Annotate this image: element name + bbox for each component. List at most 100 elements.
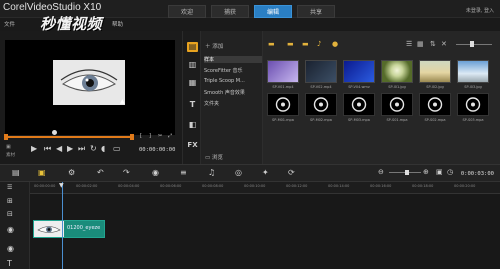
- record-capture-icon[interactable]: ◉: [152, 168, 159, 177]
- auto-music-icon[interactable]: ♫: [208, 168, 215, 177]
- browse-button[interactable]: ▭ 浏览: [205, 153, 223, 161]
- sound-mixer-icon[interactable]: ≡: [180, 168, 187, 177]
- ripple-edit-icon[interactable]: ⊟: [7, 210, 13, 218]
- clip-mode-label[interactable]: 素材: [6, 152, 15, 158]
- audio-filter-icon[interactable]: ♪: [317, 40, 321, 48]
- track-manager-icon[interactable]: ☰: [7, 184, 12, 191]
- mark-in-icon[interactable]: [: [140, 133, 142, 139]
- player-timecode[interactable]: 00:00:00:00: [139, 147, 175, 153]
- clock-icon: ◷: [447, 168, 454, 176]
- subtitle-editor-icon[interactable]: ✦: [262, 168, 269, 177]
- instant-project-icon[interactable]: ▥: [187, 60, 198, 70]
- folder-item[interactable]: 文件夹: [204, 100, 262, 107]
- mark-out-icon[interactable]: ]: [149, 133, 151, 139]
- audio-thumbnail[interactable]: [343, 93, 375, 116]
- media-caption: SP-I02.jpg: [426, 85, 444, 89]
- mouse-cursor-icon: ▲: [120, 98, 125, 105]
- ruler-tick-label: 00:00:06:00: [160, 184, 182, 188]
- sort-icon[interactable]: ⇅: [430, 40, 436, 48]
- scrubber-handle[interactable]: [52, 130, 57, 135]
- media-caption: SP-M02.mpa: [310, 118, 332, 122]
- ruler-tick-label: 00:00:08:00: [202, 184, 224, 188]
- media-thumbnail[interactable]: [457, 60, 489, 83]
- storyboard-view-icon[interactable]: ▤: [12, 168, 20, 177]
- media-thumbnail[interactable]: [381, 60, 413, 83]
- filter-fx-icon[interactable]: FX: [187, 140, 198, 150]
- multi-camera-icon[interactable]: ⟳: [288, 168, 295, 177]
- trim-end-handle[interactable]: [130, 134, 134, 140]
- media-caption: SP-I01.jpg: [388, 85, 406, 89]
- menu-file[interactable]: 文件: [4, 20, 15, 28]
- fit-project-icon[interactable]: ▣: [436, 168, 443, 176]
- tab-edit[interactable]: 编辑: [254, 5, 292, 18]
- hd-icon[interactable]: ▭: [113, 144, 121, 153]
- undo-icon[interactable]: ↶: [97, 168, 104, 177]
- ruler-tick-label: 00:00:10:00: [244, 184, 266, 188]
- title-track-icon[interactable]: T: [7, 259, 12, 268]
- audio-thumbnail[interactable]: [267, 93, 299, 116]
- zoom-out-icon[interactable]: ⊖: [378, 168, 384, 176]
- end-icon[interactable]: ⏭: [78, 144, 85, 154]
- audio-thumbnail[interactable]: [457, 93, 489, 116]
- transition-icon[interactable]: ▦: [187, 78, 198, 88]
- trim-start-handle[interactable]: [4, 134, 8, 140]
- project-mode-icon[interactable]: ▣: [6, 144, 11, 150]
- timeline-playhead[interactable]: [62, 182, 63, 269]
- ruler-tick-label: 00:00:16:00: [370, 184, 392, 188]
- thumbnail-size-slider[interactable]: [456, 44, 492, 45]
- media-caption: SP-S02.mpa: [424, 118, 446, 122]
- track-add-icon[interactable]: ⊞: [7, 197, 13, 205]
- ruler-tick-label: 00:00:02:00: [76, 184, 98, 188]
- folder-item[interactable]: Triple Scoop M...: [204, 78, 262, 84]
- trim-bar[interactable]: [5, 136, 134, 138]
- redo-icon[interactable]: ↷: [123, 168, 130, 177]
- motion-tracking-icon[interactable]: ◎: [235, 168, 242, 177]
- account-login[interactable]: 未登录, 登入: [466, 7, 494, 14]
- photo-filter-icon[interactable]: ▬: [302, 40, 309, 48]
- media-caption: SP-I03.jpg: [464, 85, 482, 89]
- thumbnail-view-icon[interactable]: ▦: [417, 40, 424, 48]
- media-library-icon[interactable]: ▤: [187, 42, 198, 52]
- title-icon[interactable]: T: [187, 100, 198, 110]
- audio-thumbnail[interactable]: [305, 93, 337, 116]
- add-folder-button[interactable]: ＋ 添加: [205, 42, 223, 50]
- playhead-marker-icon[interactable]: ▼: [59, 182, 66, 189]
- tab-welcome[interactable]: 欢迎: [168, 5, 206, 18]
- folder-item[interactable]: ScoreFitter 音乐: [204, 67, 262, 74]
- media-thumbnail[interactable]: [419, 60, 451, 83]
- audio-thumbnail[interactable]: [381, 93, 413, 116]
- import-media-icon[interactable]: ▬: [268, 40, 275, 48]
- list-view-icon[interactable]: ☰: [406, 40, 412, 48]
- video-filter-icon[interactable]: ▬: [287, 40, 294, 48]
- menu-help[interactable]: 帮助: [112, 20, 123, 28]
- tab-share[interactable]: 共享: [297, 5, 335, 18]
- enlarge-icon[interactable]: ⤢: [168, 133, 172, 139]
- split-icon[interactable]: ✂: [158, 133, 162, 139]
- timeline-view-icon[interactable]: ▣: [38, 168, 46, 177]
- home-icon[interactable]: ⏮: [44, 144, 51, 154]
- tab-capture[interactable]: 捕获: [211, 5, 249, 18]
- zoom-in-icon[interactable]: ⊕: [423, 168, 429, 176]
- repeat-icon[interactable]: ↻: [90, 144, 97, 153]
- online-icon[interactable]: ●: [332, 40, 338, 48]
- volume-icon[interactable]: ◖: [101, 144, 105, 153]
- audio-thumbnail[interactable]: [419, 93, 451, 116]
- media-caption: SP-M01.mpa: [272, 118, 294, 122]
- media-thumbnail[interactable]: [305, 60, 337, 83]
- close-library-icon[interactable]: ✕: [441, 40, 447, 48]
- overlay-track-icon[interactable]: ◉: [7, 244, 14, 253]
- video-track-icon[interactable]: ◉: [7, 225, 14, 234]
- edit-tools-icon[interactable]: ⚙: [68, 168, 75, 177]
- folder-item[interactable]: 样本: [204, 56, 262, 63]
- play-icon[interactable]: ▶: [31, 144, 37, 153]
- folder-item[interactable]: Smooth 声音效果: [204, 89, 262, 96]
- media-thumbnail[interactable]: [267, 60, 299, 83]
- prev-frame-icon[interactable]: ◀: [56, 144, 62, 153]
- graphic-icon[interactable]: ◧: [187, 120, 198, 130]
- media-thumbnail[interactable]: [343, 60, 375, 83]
- thumbnail-size-handle[interactable]: [470, 41, 474, 47]
- zoom-slider-handle[interactable]: [405, 170, 409, 175]
- next-frame-icon[interactable]: ▶: [67, 144, 73, 153]
- track-headers: [0, 182, 30, 269]
- preview-eye-image: [53, 60, 125, 105]
